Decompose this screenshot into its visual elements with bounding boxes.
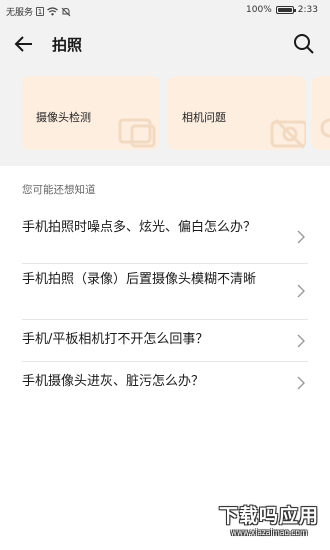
chevron-right-icon [297, 230, 305, 244]
camera-off-icon [270, 118, 306, 150]
camera-outline-icon [118, 118, 156, 148]
section-title: 您可能还想知道 [22, 184, 96, 196]
chevron-right-icon [297, 376, 305, 390]
status-right: 100% 2:33 [246, 5, 318, 15]
question-text: 手机/平板相机打不开怎么回事？ [22, 332, 209, 347]
question-text: 手机摄像头进灰、脏污怎么办？ [22, 374, 205, 389]
list-item[interactable]: 手机/平板相机打不开怎么回事？ [22, 320, 308, 362]
camera-problem-card[interactable]: 相机问题 [168, 76, 306, 150]
feature-cards: 摄像头检测 相机问题 [0, 66, 330, 160]
page-title: 拍照 [52, 36, 83, 54]
mute-icon [61, 7, 71, 16]
status-left: 无服务 1 [6, 5, 71, 18]
chevron-right-icon [297, 334, 305, 348]
question-text: 手机拍照（录像）后置摄像头模糊不清晰 [22, 272, 257, 287]
carrier-text: 无服务 [6, 8, 34, 18]
list-item[interactable]: 手机拍照（录像）后置摄像头模糊不清晰 [22, 264, 308, 320]
partial-card[interactable] [312, 76, 330, 150]
top-app-bar: 拍照 [0, 22, 330, 66]
wifi-icon [47, 7, 58, 16]
card-label: 相机问题 [182, 111, 226, 124]
watermark-main: 下载吗应用 [218, 505, 319, 527]
list-item[interactable]: 手机摄像头进灰、脏污怎么办？ [22, 362, 308, 404]
camera-check-card[interactable]: 摄像头检测 [22, 76, 160, 150]
faq-panel: 您可能还想知道 手机拍照时噪点多、炫光、偏白怎么办？ 手机拍照（录像）后置摄像头… [0, 166, 330, 550]
question-text: 手机拍照时噪点多、炫光、偏白怎么办？ [22, 220, 257, 235]
watermark-sub: www.xiazaimao.com [230, 528, 308, 537]
battery-fill [277, 8, 292, 12]
clock: 2:33 [297, 5, 318, 15]
list-item[interactable]: 手机拍照时噪点多、炫光、偏白怎么办？ [22, 212, 308, 264]
card-label: 摄像头检测 [36, 111, 91, 124]
card-partial-icon [320, 118, 330, 138]
sim-icon: 1 [36, 7, 45, 16]
status-bar: 无服务 1 100% 2:33 [0, 0, 330, 22]
search-icon[interactable] [292, 32, 316, 56]
watermark: 下载吗应用 www.xiazaimao.com [214, 504, 324, 542]
chevron-right-icon [297, 284, 305, 298]
battery-percent: 100% [246, 5, 272, 15]
arrow-left-icon[interactable] [12, 32, 36, 56]
battery-icon [275, 6, 296, 14]
